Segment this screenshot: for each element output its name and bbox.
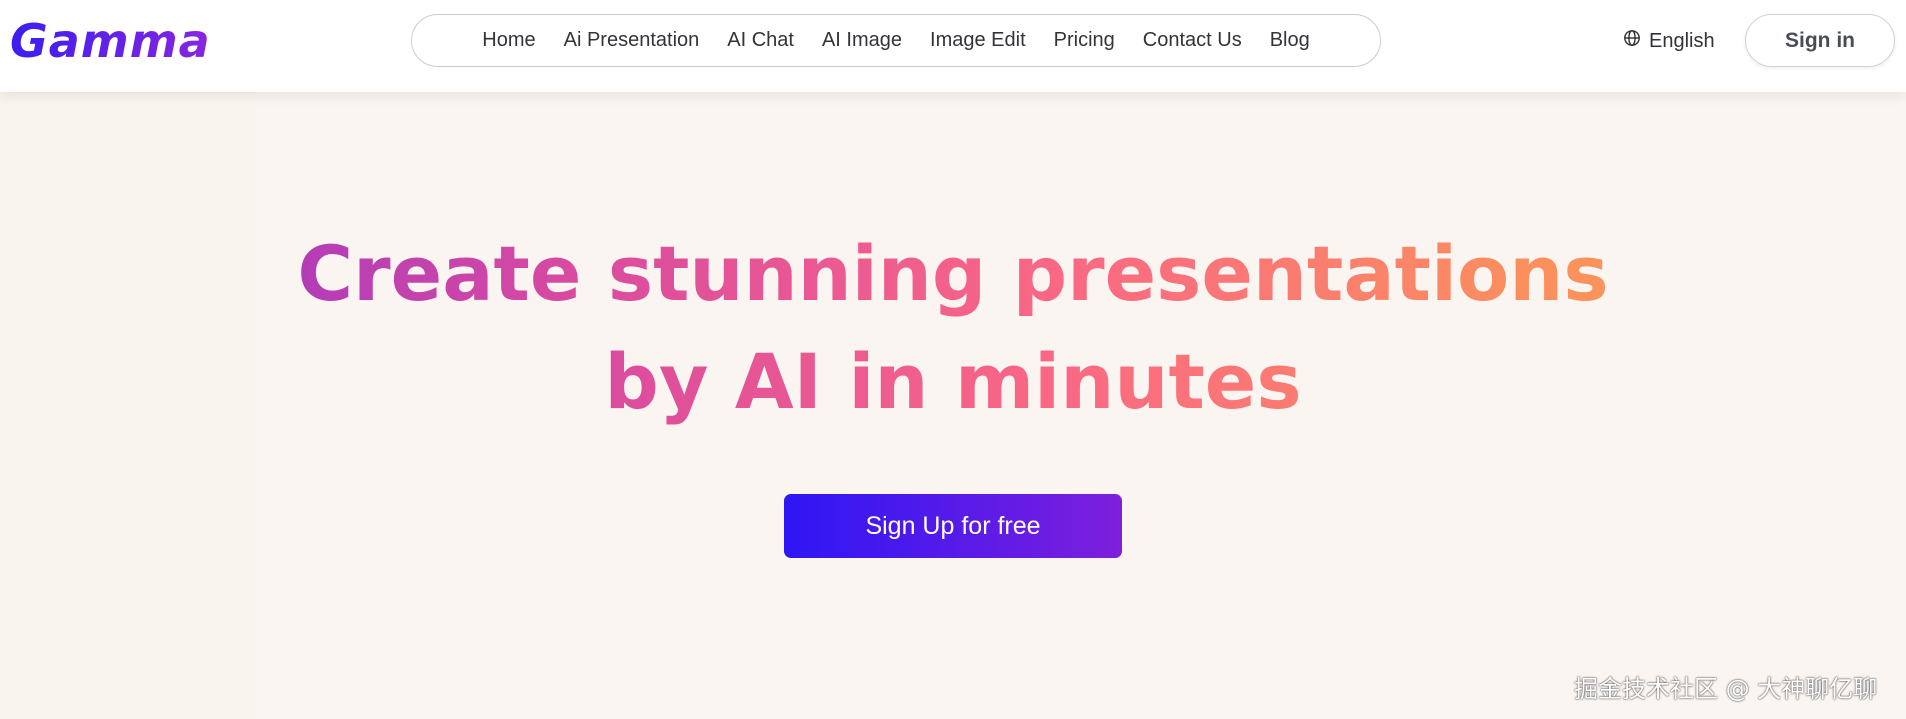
watermark-text: 掘金技术社区 @ 大神聊亿聊 xyxy=(1574,675,1878,703)
language-label: English xyxy=(1649,29,1715,52)
hero-section: Create stunning presentations by AI in m… xyxy=(0,92,1906,719)
headline-line-2: by AI in minutes xyxy=(604,337,1302,426)
headline-line-1: Create stunning presentations xyxy=(297,229,1609,318)
gamma-logo[interactable]: Gamma xyxy=(10,14,211,68)
nav-item-ai-image[interactable]: AI Image xyxy=(808,29,916,52)
main-nav: Home Ai Presentation AI Chat AI Image Im… xyxy=(411,14,1381,67)
language-selector[interactable]: English xyxy=(1623,28,1715,54)
nav-item-image-edit[interactable]: Image Edit xyxy=(916,29,1040,52)
nav-item-blog[interactable]: Blog xyxy=(1256,29,1324,52)
sign-up-free-button[interactable]: Sign Up for free xyxy=(784,494,1122,558)
nav-item-ai-presentation[interactable]: Ai Presentation xyxy=(550,29,714,52)
nav-item-home[interactable]: Home xyxy=(468,29,549,52)
nav-item-contact-us[interactable]: Contact Us xyxy=(1129,29,1256,52)
top-header: Gamma Home Ai Presentation AI Chat AI Im… xyxy=(0,0,1906,92)
nav-item-pricing[interactable]: Pricing xyxy=(1040,29,1129,52)
sign-in-button[interactable]: Sign in xyxy=(1745,14,1895,67)
nav-item-ai-chat[interactable]: AI Chat xyxy=(713,29,808,52)
hero-headline: Create stunning presentations by AI in m… xyxy=(0,220,1906,436)
globe-icon xyxy=(1623,29,1641,53)
